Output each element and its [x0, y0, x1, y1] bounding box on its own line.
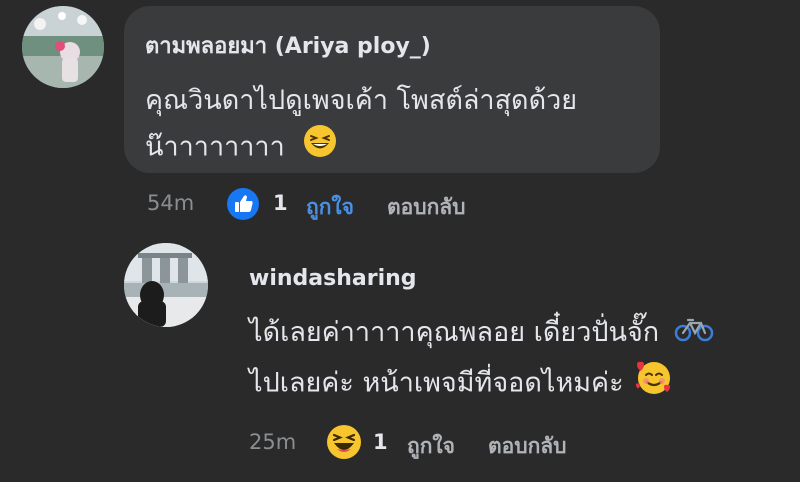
grinning-squinting-face-icon	[303, 124, 337, 172]
thumbs-up-icon[interactable]	[226, 187, 260, 221]
avatar-photo-icon	[124, 243, 208, 327]
laughing-face-icon[interactable]	[326, 424, 362, 460]
comment-text: ได้เลยค่าาาาาคุณพลอย เดี๋ยวปั่นจั๊ก	[249, 310, 714, 356]
reaction-count[interactable]: 1	[373, 430, 388, 454]
comment-timestamp: 54m	[147, 191, 195, 215]
comment-text-line: คุณวินดาไปดูเพจเค้า โพสต์ล่าสุดด้วย	[145, 85, 578, 116]
like-button[interactable]: ถูกใจ	[407, 430, 455, 463]
comment-text: ไปเลยค่ะ หน้าเพจมีที่จอดไหมค่ะ	[249, 357, 674, 411]
comment-text: คุณวินดาไปดูเพจเค้า โพสต์ล่าสุดด้วย	[145, 78, 577, 123]
comment-text-line: ได้เลยค่าาาาาคุณพลอย เดี๋ยวปั่นจั๊ก	[249, 317, 660, 348]
smiling-face-with-hearts-icon	[634, 357, 674, 411]
comment-text: น๊าาาาาาาา	[145, 124, 337, 172]
reaction-count[interactable]: 1	[273, 191, 288, 215]
like-button[interactable]: ถูกใจ	[306, 191, 354, 224]
comment-text-line: ไปเลยค่ะ หน้าเพจมีที่จอดไหมค่ะ	[249, 367, 624, 399]
bicycle-icon	[674, 311, 714, 356]
avatar-photo-icon	[22, 6, 104, 88]
comment-text-line: น๊าาาาาาาา	[145, 131, 285, 163]
reply-button[interactable]: ตอบกลับ	[488, 430, 567, 463]
comment-author[interactable]: ตามพลอยมา (Ariya ploy_)	[145, 28, 431, 63]
comment-author[interactable]: windasharing	[249, 266, 417, 291]
avatar[interactable]	[22, 6, 104, 88]
avatar[interactable]	[124, 243, 208, 327]
reply-button[interactable]: ตอบกลับ	[387, 191, 466, 224]
comment-timestamp: 25m	[249, 430, 297, 454]
